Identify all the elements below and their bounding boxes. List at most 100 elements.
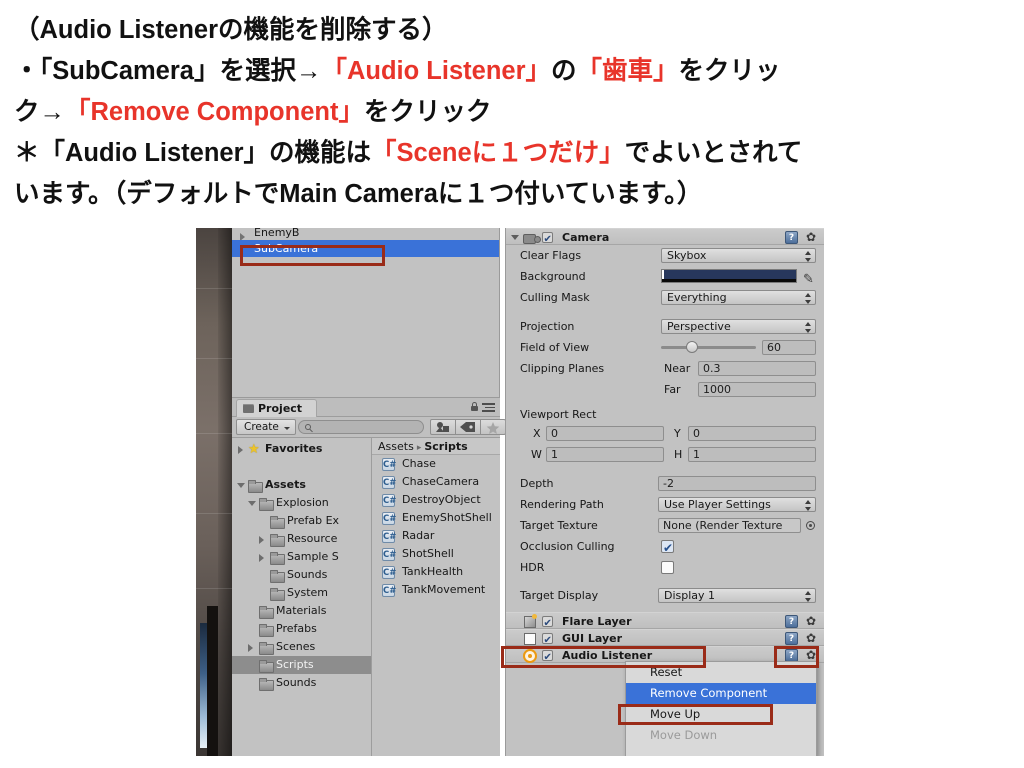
viewport-w-field[interactable]: 1 [546, 447, 664, 462]
viewport-h-field[interactable]: 1 [688, 447, 816, 462]
menu-item-label: Move Down [650, 728, 718, 742]
chevron-down-icon[interactable] [511, 235, 519, 240]
gear-icon[interactable]: ✿ [806, 615, 818, 628]
target-display-dropdown[interactable]: Display 1 [658, 588, 816, 603]
projection-dropdown[interactable]: Perspective [661, 319, 816, 334]
tree-item-assets[interactable]: Assets [232, 476, 371, 494]
tree-item-label: Materials [276, 604, 327, 617]
object-picker-icon[interactable] [806, 521, 815, 530]
list-item[interactable]: C# Chase [372, 455, 500, 473]
chevron-down-icon[interactable] [248, 501, 256, 510]
viewport-x-field[interactable]: 0 [546, 426, 664, 441]
occlusion-culling-checkbox[interactable] [661, 538, 674, 559]
list-item[interactable]: C# Radar [372, 527, 500, 545]
tree-item-explosion-sounds[interactable]: Sounds [232, 566, 371, 584]
gui-layer-enabled-checkbox[interactable] [542, 632, 553, 649]
caption-line-3: ク→「Remove Component」をクリック [14, 98, 492, 126]
list-item[interactable]: C# EnemyShotShell [372, 509, 500, 527]
wall-seam [196, 288, 232, 289]
dropdown-value: Skybox [667, 249, 707, 262]
tree-item-scripts[interactable]: Scripts [232, 656, 371, 674]
fov-value-field[interactable]: 60 [762, 340, 816, 355]
fov-slider-knob[interactable] [686, 341, 698, 353]
dropdown-value: Perspective [667, 320, 731, 333]
list-item[interactable]: C# TankHealth [372, 563, 500, 581]
create-button[interactable]: Create [236, 419, 296, 435]
tree-item-scenes[interactable]: Scenes [232, 638, 371, 656]
panel-menu-icon[interactable] [482, 403, 495, 412]
chevron-right-icon[interactable] [238, 446, 243, 454]
culling-mask-dropdown[interactable]: Everything [661, 290, 816, 305]
csharp-script-icon: C# [382, 476, 397, 489]
viewport-y-field[interactable]: 0 [688, 426, 816, 441]
favorite-star-icon[interactable] [480, 419, 506, 435]
rendering-path-dropdown[interactable]: Use Player Settings [658, 497, 816, 512]
inspector-panel[interactable]: Camera ? ✿ Clear Flags Skybox Background… [505, 228, 824, 756]
folder-icon [243, 404, 254, 413]
chevron-right-icon[interactable] [248, 644, 253, 652]
tree-item-resources[interactable]: Resource [232, 530, 371, 548]
fov-slider-track[interactable] [661, 346, 756, 349]
camera-enabled-checkbox[interactable] [542, 231, 553, 248]
tree-item-prefab-ex[interactable]: Prefab Ex [232, 512, 371, 530]
project-panel[interactable]: Project Create ★ Favorites Assets Explos… [232, 398, 506, 756]
project-folder-tree[interactable]: ★ Favorites Assets Explosion Prefab Ex R… [232, 438, 372, 756]
tree-item-sample-scenes[interactable]: Sample S [232, 548, 371, 566]
tree-item-label: Favorites [265, 442, 323, 455]
menu-item-label: Remove Component [650, 686, 768, 700]
help-icon[interactable]: ? [785, 632, 798, 645]
background-color-swatch[interactable] [661, 269, 797, 283]
folder-icon [270, 534, 285, 547]
list-item[interactable]: C# TankMovement [372, 581, 500, 599]
list-item[interactable]: C# ShotShell [372, 545, 500, 563]
search-input[interactable] [298, 420, 424, 434]
gear-icon[interactable]: ✿ [806, 632, 818, 645]
hierarchy-item-enemyb[interactable]: EnemyB [232, 228, 499, 240]
field-clipping-planes-far: Far 1000 [506, 379, 824, 400]
tree-item-system[interactable]: System [232, 584, 371, 602]
tree-item-sounds[interactable]: Sounds [232, 674, 371, 692]
hdr-checkbox[interactable] [661, 561, 674, 574]
asset-name: TankHealth [402, 565, 464, 578]
far-field[interactable]: 1000 [698, 382, 816, 397]
lock-icon[interactable] [471, 402, 478, 411]
field-projection: Projection Perspective [506, 316, 824, 337]
flare-layer-enabled-checkbox[interactable] [542, 615, 553, 632]
csharp-script-icon: C# [382, 530, 397, 543]
help-icon[interactable]: ? [785, 231, 798, 244]
folder-icon [259, 678, 274, 691]
field-value: -2 [663, 477, 674, 490]
chevron-right-icon[interactable] [259, 536, 264, 544]
tree-item-prefabs[interactable]: Prefabs [232, 620, 371, 638]
component-header-camera[interactable]: Camera ? ✿ [506, 228, 824, 248]
help-icon[interactable]: ? [785, 615, 798, 628]
gear-icon[interactable]: ✿ [806, 231, 818, 244]
filter-by-type-icon[interactable] [430, 419, 456, 435]
depth-field[interactable]: -2 [658, 476, 816, 491]
list-item[interactable]: C# ChaseCamera [372, 473, 500, 491]
viewport-rect-row-xy: X 0 Y 0 [506, 423, 824, 444]
component-header-flare-layer[interactable]: Flare Layer ? ✿ [506, 612, 824, 632]
project-asset-list[interactable]: Assets ▸ Scripts C# Chase C# ChaseCamera C… [372, 438, 500, 756]
wall-seam [196, 433, 232, 434]
caption-line-4: ＊「Audio Listener」の機能は「Sceneに１つだけ」でよいとされて [14, 139, 803, 167]
csharp-script-icon: C# [382, 584, 397, 597]
chevron-updown-icon [804, 293, 811, 304]
list-item[interactable]: C# DestroyObject [372, 491, 500, 509]
clear-flags-dropdown[interactable]: Skybox [661, 248, 816, 263]
tree-item-explosion[interactable]: Explosion [232, 494, 371, 512]
chevron-right-icon[interactable] [240, 233, 245, 240]
chevron-down-icon[interactable] [237, 483, 245, 492]
tab-project[interactable]: Project [236, 399, 318, 417]
component-header-gui-layer[interactable]: GUI Layer ? ✿ [506, 629, 824, 649]
instruction-caption: （Audio Listenerの機能を削除する） ・「SubCamera」を選択… [0, 0, 1024, 228]
filter-by-label-icon[interactable] [455, 419, 481, 435]
near-field[interactable]: 0.3 [698, 361, 816, 376]
menu-item-remove-component[interactable]: Remove Component [626, 683, 816, 704]
chevron-right-icon[interactable] [259, 554, 264, 562]
breadcrumb-root[interactable]: Assets [378, 440, 414, 453]
tree-item-favorites[interactable]: ★ Favorites [232, 440, 371, 458]
target-texture-field[interactable]: None (Render Texture [658, 518, 801, 533]
tree-item-materials[interactable]: Materials [232, 602, 371, 620]
breadcrumb: Assets ▸ Scripts [372, 438, 500, 455]
